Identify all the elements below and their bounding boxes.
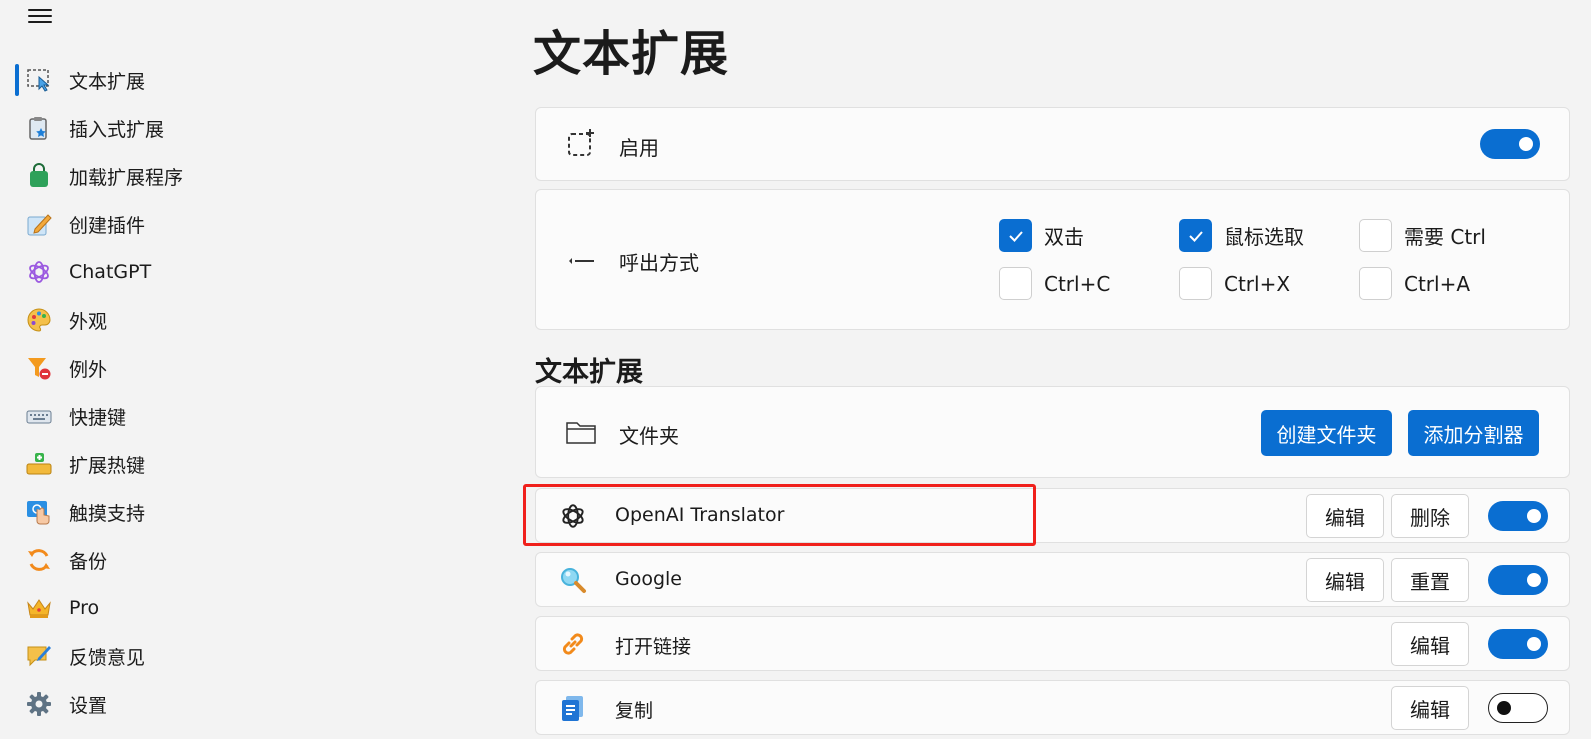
feedback-icon	[26, 643, 52, 669]
dashed-add-icon	[566, 129, 596, 159]
sidebar-item-extension-hotkeys[interactable]: 扩展热键	[0, 440, 480, 488]
sidebar-item-label: 加载扩展程序	[69, 166, 184, 189]
sidebar-item-label: 外观	[69, 310, 108, 333]
enable-card: 启用	[535, 107, 1570, 181]
sidebar-nav: 文本扩展 插入式扩展 加载扩展程序 创建插件 ChatGPT 外观 例外 快捷键…	[0, 56, 480, 728]
copy-icon	[558, 693, 588, 723]
checkbox-icon[interactable]	[999, 267, 1032, 300]
option-ctrl-x[interactable]: Ctrl+X	[1179, 267, 1290, 300]
checkbox-icon[interactable]	[1179, 267, 1212, 300]
add-separator-button[interactable]: 添加分割器	[1408, 410, 1539, 456]
option-ctrl-a[interactable]: Ctrl+A	[1359, 267, 1470, 300]
sidebar-item-settings[interactable]: 设置	[0, 680, 480, 728]
edit-button[interactable]: 编辑	[1391, 686, 1469, 730]
enable-toggle[interactable]	[1480, 129, 1540, 159]
hamburger-menu-icon[interactable]	[28, 6, 52, 26]
sidebar-item-label: 反馈意见	[69, 646, 146, 669]
extension-row-google[interactable]: Google 编辑 重置	[535, 552, 1570, 607]
openai-icon	[558, 501, 588, 531]
extension-row-copy[interactable]: 复制 编辑	[535, 680, 1570, 735]
sidebar-item-insert-extension[interactable]: 插入式扩展	[0, 104, 480, 152]
edit-button[interactable]: 编辑	[1391, 622, 1469, 666]
sidebar-item-label: ChatGPT	[69, 261, 152, 283]
keyboard-icon	[26, 403, 52, 429]
sidebar-item-label: 例外	[69, 358, 108, 381]
folder-card: 文件夹 创建文件夹 添加分割器	[535, 386, 1570, 478]
sidebar-item-label: 触摸支持	[69, 502, 146, 525]
clipboard-star-icon	[26, 115, 52, 141]
option-double-click[interactable]: 双击	[999, 219, 1084, 252]
checkbox-checked-icon[interactable]	[999, 219, 1032, 252]
extension-name: 复制	[615, 700, 654, 722]
extension-toggle[interactable]	[1488, 693, 1548, 723]
pencil-edit-icon	[26, 211, 52, 237]
option-ctrl-c[interactable]: Ctrl+C	[999, 267, 1110, 300]
option-mouse-select[interactable]: 鼠标选取	[1179, 219, 1304, 252]
palette-icon	[26, 307, 52, 333]
sidebar-item-chatgpt[interactable]: ChatGPT	[0, 248, 480, 296]
edit-button[interactable]: 编辑	[1306, 558, 1384, 602]
openai-icon	[26, 259, 52, 285]
sidebar-item-exceptions[interactable]: 例外	[0, 344, 480, 392]
sidebar-item-create-plugin[interactable]: 创建插件	[0, 200, 480, 248]
extension-name: 打开链接	[615, 636, 692, 658]
sidebar-item-label: 备份	[69, 550, 108, 573]
folder-icon	[566, 417, 596, 447]
sidebar-item-backup[interactable]: 备份	[0, 536, 480, 584]
extension-toggle[interactable]	[1488, 501, 1548, 531]
filter-minus-icon	[26, 355, 52, 381]
trigger-label: 呼出方式	[619, 251, 699, 275]
sync-icon	[26, 547, 52, 573]
delete-button[interactable]: 删除	[1391, 494, 1469, 538]
checkbox-icon[interactable]	[1359, 219, 1392, 252]
checkbox-checked-icon[interactable]	[1179, 219, 1212, 252]
sidebar-item-label: 文本扩展	[69, 70, 146, 93]
text-select-icon	[26, 67, 52, 93]
link-icon	[558, 629, 588, 659]
trigger-mode-card: 呼出方式 双击 鼠标选取 需要 Ctrl Ctrl+C Ctrl+X Ctrl+…	[535, 189, 1570, 330]
hotkey-add-icon	[26, 451, 52, 477]
checkbox-icon[interactable]	[1359, 267, 1392, 300]
option-require-ctrl[interactable]: 需要 Ctrl	[1359, 219, 1486, 252]
create-folder-button[interactable]: 创建文件夹	[1261, 410, 1392, 456]
sidebar-item-label: 扩展热键	[69, 454, 146, 477]
extension-name: OpenAI Translator	[615, 504, 785, 526]
sidebar-item-feedback[interactable]: 反馈意见	[0, 632, 480, 680]
trigger-arrow-icon	[566, 246, 596, 276]
extension-toggle[interactable]	[1488, 565, 1548, 595]
crown-icon	[26, 595, 52, 621]
extension-name: Google	[615, 568, 683, 590]
folder-label: 文件夹	[619, 424, 679, 448]
extension-toggle[interactable]	[1488, 629, 1548, 659]
magnifier-icon	[558, 565, 588, 595]
sidebar-item-label: Pro	[69, 597, 100, 619]
page-title: 文本扩展	[533, 26, 730, 82]
section-title: 文本扩展	[535, 357, 643, 388]
reset-button[interactable]: 重置	[1391, 558, 1469, 602]
enable-label: 启用	[619, 136, 659, 160]
edit-button[interactable]: 编辑	[1306, 494, 1384, 538]
sidebar-item-touch-support[interactable]: 触摸支持	[0, 488, 480, 536]
sidebar-item-load-extensions[interactable]: 加载扩展程序	[0, 152, 480, 200]
gear-icon	[26, 691, 52, 717]
sidebar-item-appearance[interactable]: 外观	[0, 296, 480, 344]
sidebar-item-label: 插入式扩展	[69, 118, 165, 141]
touch-icon	[26, 499, 52, 525]
extension-row-openai-translator[interactable]: OpenAI Translator 编辑 删除	[535, 488, 1570, 543]
sidebar-item-label: 快捷键	[69, 406, 127, 429]
extension-row-open-link[interactable]: 打开链接 编辑	[535, 616, 1570, 671]
sidebar-item-text-expansion[interactable]: 文本扩展	[0, 56, 480, 104]
sidebar-item-pro[interactable]: Pro	[0, 584, 480, 632]
sidebar-item-label: 创建插件	[69, 214, 146, 237]
shopping-bag-icon	[26, 163, 52, 189]
sidebar-item-shortcuts[interactable]: 快捷键	[0, 392, 480, 440]
sidebar-item-label: 设置	[69, 694, 108, 717]
